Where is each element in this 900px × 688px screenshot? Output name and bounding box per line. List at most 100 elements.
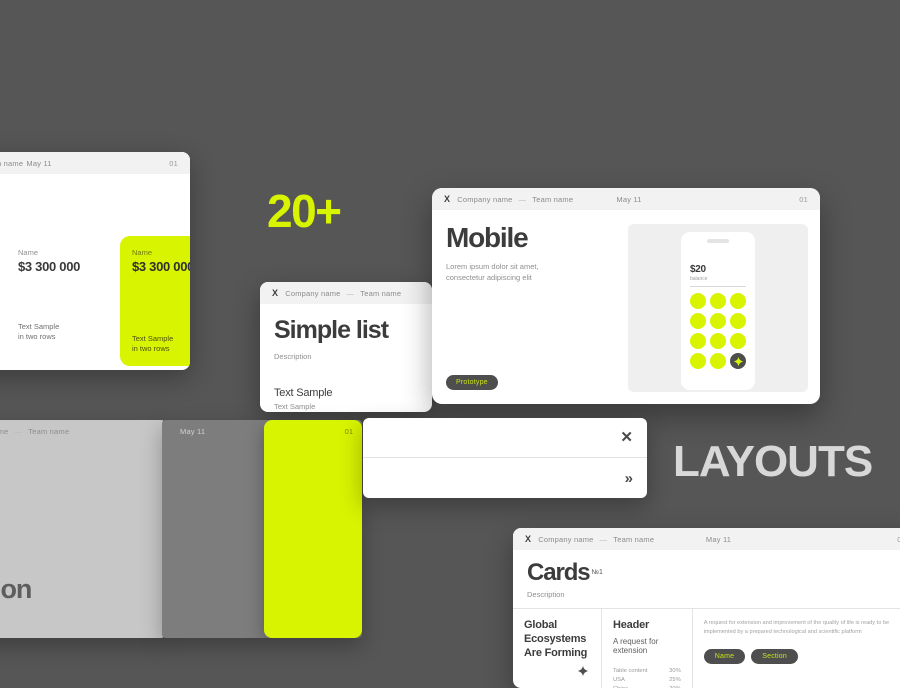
app-dot[interactable] — [730, 333, 746, 349]
price-card-label: Name — [18, 248, 39, 257]
page-title-wrap: Cards №1 — [527, 561, 900, 585]
separator-dash: — — [14, 426, 23, 436]
card-paragraph: A request for extension and improvement … — [703, 620, 890, 635]
price-panel-body: Name $3 300 000 Text Sample in two rows … — [0, 174, 190, 370]
panel-titlebar: X Company name — Team name May 11 01 — [0, 152, 190, 174]
price-card-label: Name — [132, 248, 153, 257]
team-name: Team name — [0, 158, 24, 168]
app-dot[interactable] — [730, 313, 746, 329]
cards-panel[interactable]: X Company name — Team name May 11 01 Car… — [513, 528, 900, 688]
brand-logo-icon: X — [444, 193, 451, 204]
lime-block-panel[interactable]: May 11 01 — [162, 420, 362, 638]
panel-date: May 11 — [180, 426, 206, 436]
page-title: Mobile — [446, 222, 529, 253]
table-cell-label: USA — [613, 677, 625, 684]
app-dot[interactable] — [690, 333, 706, 349]
price-card[interactable]: Name $3 300 000 Text Sample in two rows — [6, 236, 110, 354]
panel-titlebar: X Company name — Team name — [0, 420, 165, 442]
page-title: Cards — [527, 559, 591, 586]
panel-date: May 11 — [26, 158, 52, 168]
table-cell-value: 30% — [669, 668, 681, 675]
phone-notch — [707, 239, 729, 243]
section-title-panel[interactable]: X Company name — Team name 01 Section Ti… — [0, 420, 165, 638]
card-column-header[interactable]: Header A request for extension Table con… — [601, 609, 692, 688]
price-cards-panel[interactable]: X Company name — Team name May 11 01 Nam… — [0, 152, 190, 370]
cards-panel-header: Cards №1 Description — [513, 550, 900, 608]
actions-panel[interactable]: ✕ » — [363, 418, 647, 498]
layouts-headline: LAYOUTS — [673, 437, 873, 486]
chevrons-right-icon[interactable]: » — [625, 471, 633, 486]
panel-titlebar: X Company name — Team name May 11 01 — [513, 528, 900, 550]
lime-content-block[interactable]: 01 — [264, 420, 362, 638]
card-title: Global Ecosystems Are Forming — [524, 619, 588, 659]
app-dot[interactable] — [710, 313, 726, 329]
app-dot[interactable] — [710, 333, 726, 349]
brand-logo-icon: X — [525, 533, 532, 544]
table-cell-label: Table content — [613, 668, 648, 675]
stats-table: Table content 30% USA 25% China 20% — [613, 667, 681, 688]
action-row-close[interactable]: ✕ — [363, 418, 647, 458]
separator-dash: — — [518, 194, 527, 204]
tag-pill-name[interactable]: Name — [703, 648, 746, 664]
company-name: Company name — [0, 426, 9, 436]
poster-stage: 20+ LAYOUTS X Company name — Team name M… — [0, 0, 900, 688]
page-title-superscript: №1 — [591, 568, 603, 576]
list-item[interactable]: Text Sample Text Sample — [274, 387, 418, 411]
page-description: Description — [527, 590, 565, 599]
app-dot[interactable] — [690, 353, 706, 369]
count-badge: 20+ — [267, 185, 342, 237]
panel-titlebar: X Company name — Team name May 11 01 — [432, 188, 820, 210]
card-title: Header — [613, 619, 650, 631]
separator-dash: — — [346, 288, 355, 298]
company-name: Company name — [285, 288, 341, 298]
price-card-value: $3 300 000 — [132, 259, 190, 274]
balance-label: balance — [690, 276, 708, 282]
section-number: 01 — [0, 448, 151, 504]
list-item-subtitle: Text Sample — [274, 402, 316, 411]
prototype-button[interactable]: Prototype — [446, 375, 498, 390]
phone-mockup-frame: $20 balance — [628, 224, 808, 392]
section-title: Section Title — [0, 574, 32, 605]
tag-pill-group: Name Section — [703, 648, 900, 664]
simple-list-panel[interactable]: X Company name — Team name Simple list D… — [260, 282, 432, 412]
app-dot[interactable] — [690, 313, 706, 329]
page-title: Simple list — [274, 316, 389, 344]
company-name: Company name — [538, 534, 594, 544]
app-dot[interactable] — [690, 293, 706, 309]
mobile-panel-body: Mobile Lorem ipsum dolor sit amet, conse… — [432, 210, 820, 404]
panel-number: 01 — [799, 194, 808, 204]
mobile-panel[interactable]: X Company name — Team name May 11 01 Mob… — [432, 188, 820, 404]
price-card-value: $3 300 000 — [18, 259, 81, 274]
price-card-footer: Text Sample in two rows — [18, 321, 60, 341]
price-card-footer: Text Sample in two rows — [132, 333, 174, 353]
team-name: Team name — [360, 288, 402, 298]
cards-column-group: Global Ecosystems Are Forming Header A r… — [513, 608, 900, 688]
card-column-ecosystems[interactable]: Global Ecosystems Are Forming — [513, 609, 601, 688]
team-name: Team name — [613, 534, 655, 544]
simple-list-body: Simple list Description Text Sample Text… — [260, 304, 432, 412]
sparkle-icon[interactable] — [730, 353, 746, 369]
app-dot[interactable] — [710, 293, 726, 309]
app-dot[interactable] — [710, 353, 726, 369]
app-dot-grid — [690, 293, 746, 369]
divider — [690, 286, 746, 287]
tag-pill-section[interactable]: Section — [751, 648, 798, 664]
separator-dash: — — [599, 534, 608, 544]
panel-titlebar: X Company name — Team name — [260, 282, 432, 304]
team-name: Team name — [28, 426, 70, 436]
price-card-highlight[interactable]: Name $3 300 000 Text Sample in two rows — [120, 236, 190, 366]
panel-date: May 11 — [616, 194, 642, 204]
phone-device: $20 balance — [681, 232, 755, 390]
price-card-row: Name $3 300 000 Text Sample in two rows … — [0, 236, 190, 366]
section-panel-body: 01 Section Title — [0, 442, 165, 638]
table-row: USA 25% — [613, 676, 681, 685]
list-item-title: Text Sample — [274, 387, 333, 399]
card-column-request[interactable]: A request for extension and improvement … — [691, 609, 900, 688]
panel-number: 01 — [169, 158, 178, 168]
page-subtitle: Lorem ipsum dolor sit amet, consectetur … — [446, 262, 539, 282]
close-icon[interactable]: ✕ — [620, 430, 633, 445]
app-dot[interactable] — [730, 293, 746, 309]
sparkle-icon — [577, 664, 589, 682]
company-name: Company name — [457, 194, 513, 204]
action-row-expand[interactable]: » — [363, 458, 647, 498]
